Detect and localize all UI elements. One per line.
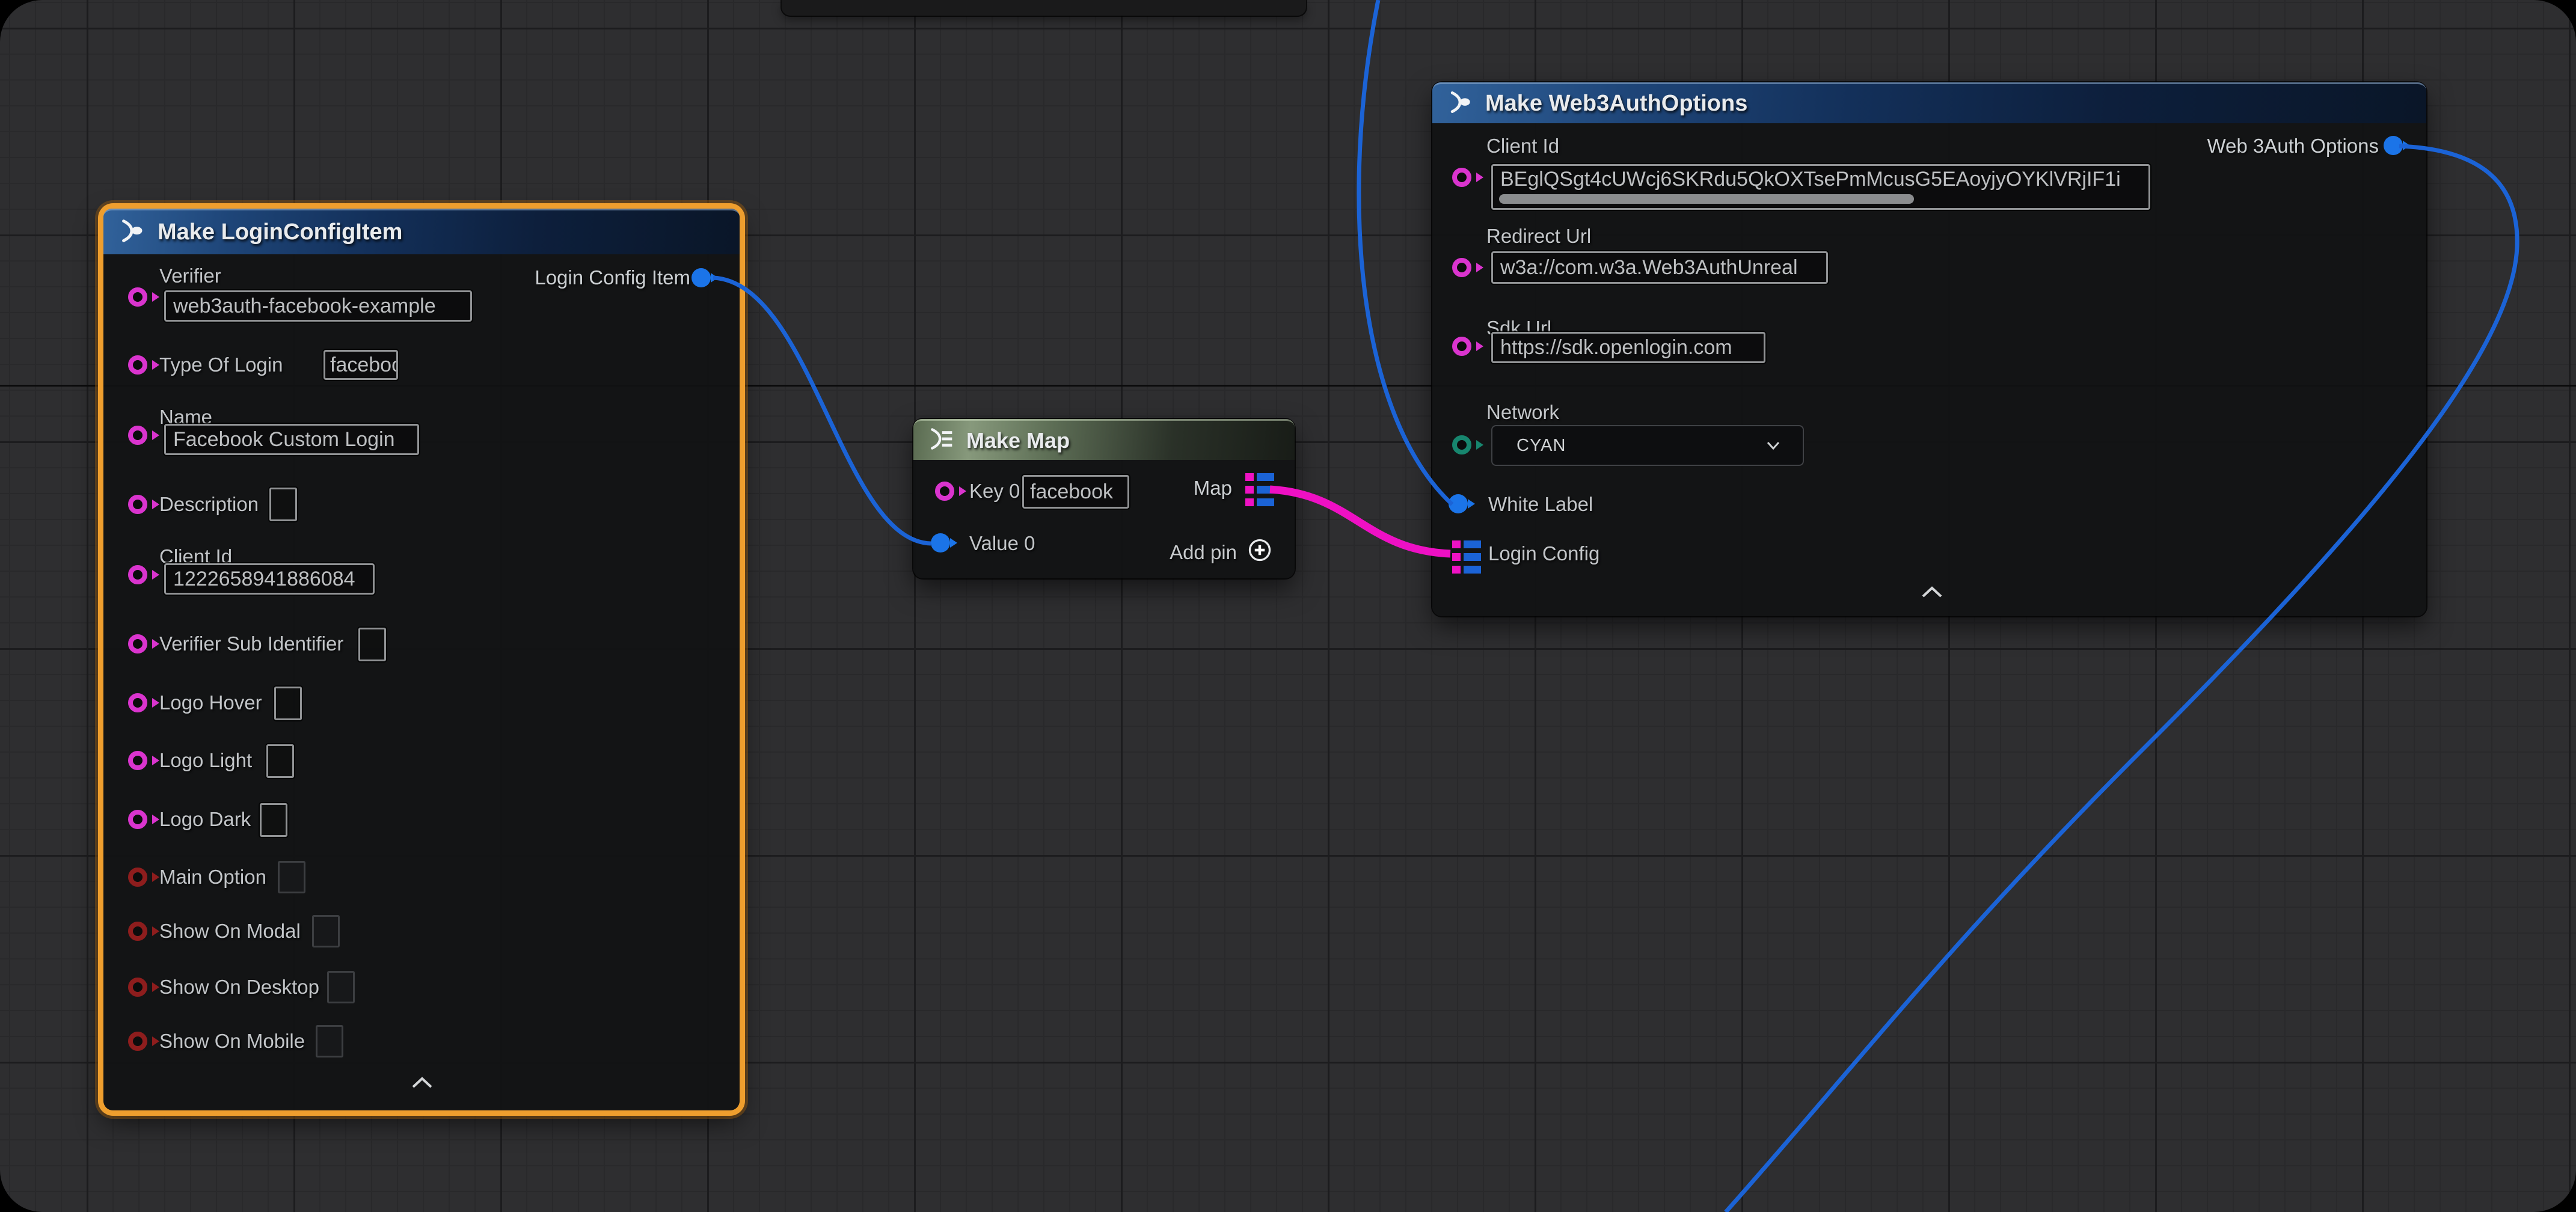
pin-label-value0: Value 0 [969, 531, 1035, 556]
pin-label-main-option: Main Option [159, 865, 266, 889]
pin-label-logo-light: Logo Light [159, 748, 252, 773]
input-pin-key0[interactable] [935, 482, 954, 501]
input-pin-main-option[interactable] [128, 868, 147, 887]
logo-light-value-field[interactable] [266, 744, 294, 778]
offscreen-node-bottom[interactable] [782, 0, 1306, 16]
node-make-web3auth-options[interactable]: Make Web3AuthOptions Web 3Auth Options C… [1432, 82, 2426, 616]
client-id-value-field[interactable]: BEglQSgt4cUWcj6SKRdu5QkOXTsePmMcusG5EAoy… [1491, 164, 2150, 210]
pin-label-show-on-modal: Show On Modal [159, 919, 301, 943]
show-on-desktop-checkbox[interactable] [327, 971, 355, 1003]
node-make-map[interactable]: Make Map Key 0 facebook Map Value 0 Add … [913, 419, 1295, 578]
network-selected-value: CYAN [1516, 436, 1566, 456]
node-header[interactable]: Make Map [913, 419, 1295, 460]
pin-label-type-of-login: Type Of Login [159, 353, 283, 377]
node-title: Make LoginConfigItem [158, 219, 402, 245]
input-pin-white-label[interactable] [1449, 494, 1468, 513]
client-id-value-field[interactable]: 1222658941886084 [164, 563, 375, 595]
input-pin-network[interactable] [1452, 435, 1471, 454]
pin-label-verifier: Verifier [159, 264, 221, 288]
pin-label-redirect-url: Redirect Url [1486, 224, 1591, 248]
input-pin-description[interactable] [128, 495, 147, 514]
pin-label-verifier-sub-identifier: Verifier Sub Identifier [159, 632, 343, 656]
description-value-field[interactable] [269, 488, 297, 521]
pin-label-client-id: Client Id [1486, 134, 1559, 158]
logo-hover-value-field[interactable] [274, 687, 302, 720]
wire-map-to-login-config [1270, 489, 1450, 554]
output-pin-label: Login Config Item [535, 266, 690, 290]
input-pin-sdk-url[interactable] [1452, 337, 1471, 356]
sdk-url-value-field[interactable]: https://sdk.openlogin.com [1491, 332, 1765, 363]
input-pin-redirect-url[interactable] [1452, 258, 1471, 277]
node-header[interactable]: Make LoginConfigItem [103, 209, 740, 254]
input-pin-name[interactable] [128, 426, 147, 445]
add-pin-button[interactable]: Add pin [1170, 537, 1273, 568]
pin-label-description: Description [159, 492, 259, 516]
output-pin-label: Web 3Auth Options [2207, 134, 2379, 158]
network-dropdown[interactable]: CYAN [1491, 425, 1804, 466]
wire-login-config-item-to-value0 [713, 278, 931, 543]
show-on-mobile-checkbox[interactable] [316, 1025, 343, 1057]
pin-label-key0: Key 0 [969, 479, 1020, 503]
main-option-checkbox[interactable] [278, 861, 305, 893]
verifier-value-field[interactable]: web3auth-facebook-example [164, 290, 472, 322]
input-pin-type-of-login[interactable] [128, 355, 147, 375]
input-pin-value0[interactable] [931, 533, 950, 552]
output-pin-label: Map [1194, 476, 1232, 500]
output-pin-web3auth-options[interactable] [2384, 136, 2403, 155]
make-struct-icon [1447, 89, 1473, 118]
client-id-text: BEglQSgt4cUWcj6SKRdu5QkOXTsePmMcusG5EAoy… [1500, 168, 2121, 191]
input-pin-show-on-mobile[interactable] [128, 1032, 147, 1051]
pin-label-white-label: White Label [1488, 492, 1593, 516]
pin-label-network: Network [1486, 400, 1559, 424]
node-make-login-config-item[interactable]: Make LoginConfigItem Login Config Item V… [103, 209, 740, 1110]
pin-label-login-config: Login Config [1488, 542, 1599, 566]
pin-label-logo-hover: Logo Hover [159, 691, 262, 715]
verifier-sub-identifier-value-field[interactable] [358, 628, 386, 661]
input-pin-verifier-sub-identifier[interactable] [128, 634, 147, 653]
chevron-up-icon[interactable] [1917, 585, 1947, 602]
node-header[interactable]: Make Web3AuthOptions [1432, 82, 2426, 123]
input-pin-client-id[interactable] [128, 565, 147, 584]
type-of-login-value-field[interactable]: facebook [324, 350, 398, 380]
input-pin-client-id[interactable] [1452, 168, 1471, 187]
input-pin-logo-light[interactable] [128, 751, 147, 770]
blueprint-graph-canvas[interactable]: Make LoginConfigItem Login Config Item V… [0, 0, 2576, 1212]
text-field-scrollbar[interactable] [1499, 194, 1914, 204]
output-pin-map[interactable] [1245, 473, 1274, 506]
input-pin-verifier[interactable] [128, 287, 147, 307]
name-value-field[interactable]: Facebook Custom Login [164, 424, 419, 455]
key0-value-field[interactable]: facebook [1022, 475, 1129, 509]
pin-label-show-on-mobile: Show On Mobile [159, 1029, 305, 1053]
chevron-down-icon [1764, 436, 1782, 456]
redirect-url-value-field[interactable]: w3a://com.w3a.Web3AuthUnreal [1491, 251, 1828, 284]
input-pin-show-on-modal[interactable] [128, 922, 147, 941]
input-pin-logo-dark[interactable] [128, 810, 147, 829]
make-struct-icon [118, 217, 146, 248]
input-pin-logo-hover[interactable] [128, 693, 147, 712]
make-map-icon [928, 426, 954, 455]
show-on-modal-checkbox[interactable] [312, 915, 340, 947]
add-pin-label: Add pin [1170, 541, 1237, 564]
chevron-up-icon[interactable] [407, 1076, 437, 1093]
node-title: Make Map [966, 428, 1070, 453]
pin-label-logo-dark: Logo Dark [159, 807, 251, 831]
input-pin-show-on-desktop[interactable] [128, 978, 147, 997]
node-title: Make Web3AuthOptions [1485, 91, 1747, 117]
pin-label-show-on-desktop: Show On Desktop [159, 975, 319, 999]
input-pin-login-config[interactable] [1452, 540, 1481, 574]
logo-dark-value-field[interactable] [260, 803, 287, 837]
output-pin-login-config-item[interactable] [692, 268, 711, 287]
plus-circle-icon [1247, 537, 1273, 568]
